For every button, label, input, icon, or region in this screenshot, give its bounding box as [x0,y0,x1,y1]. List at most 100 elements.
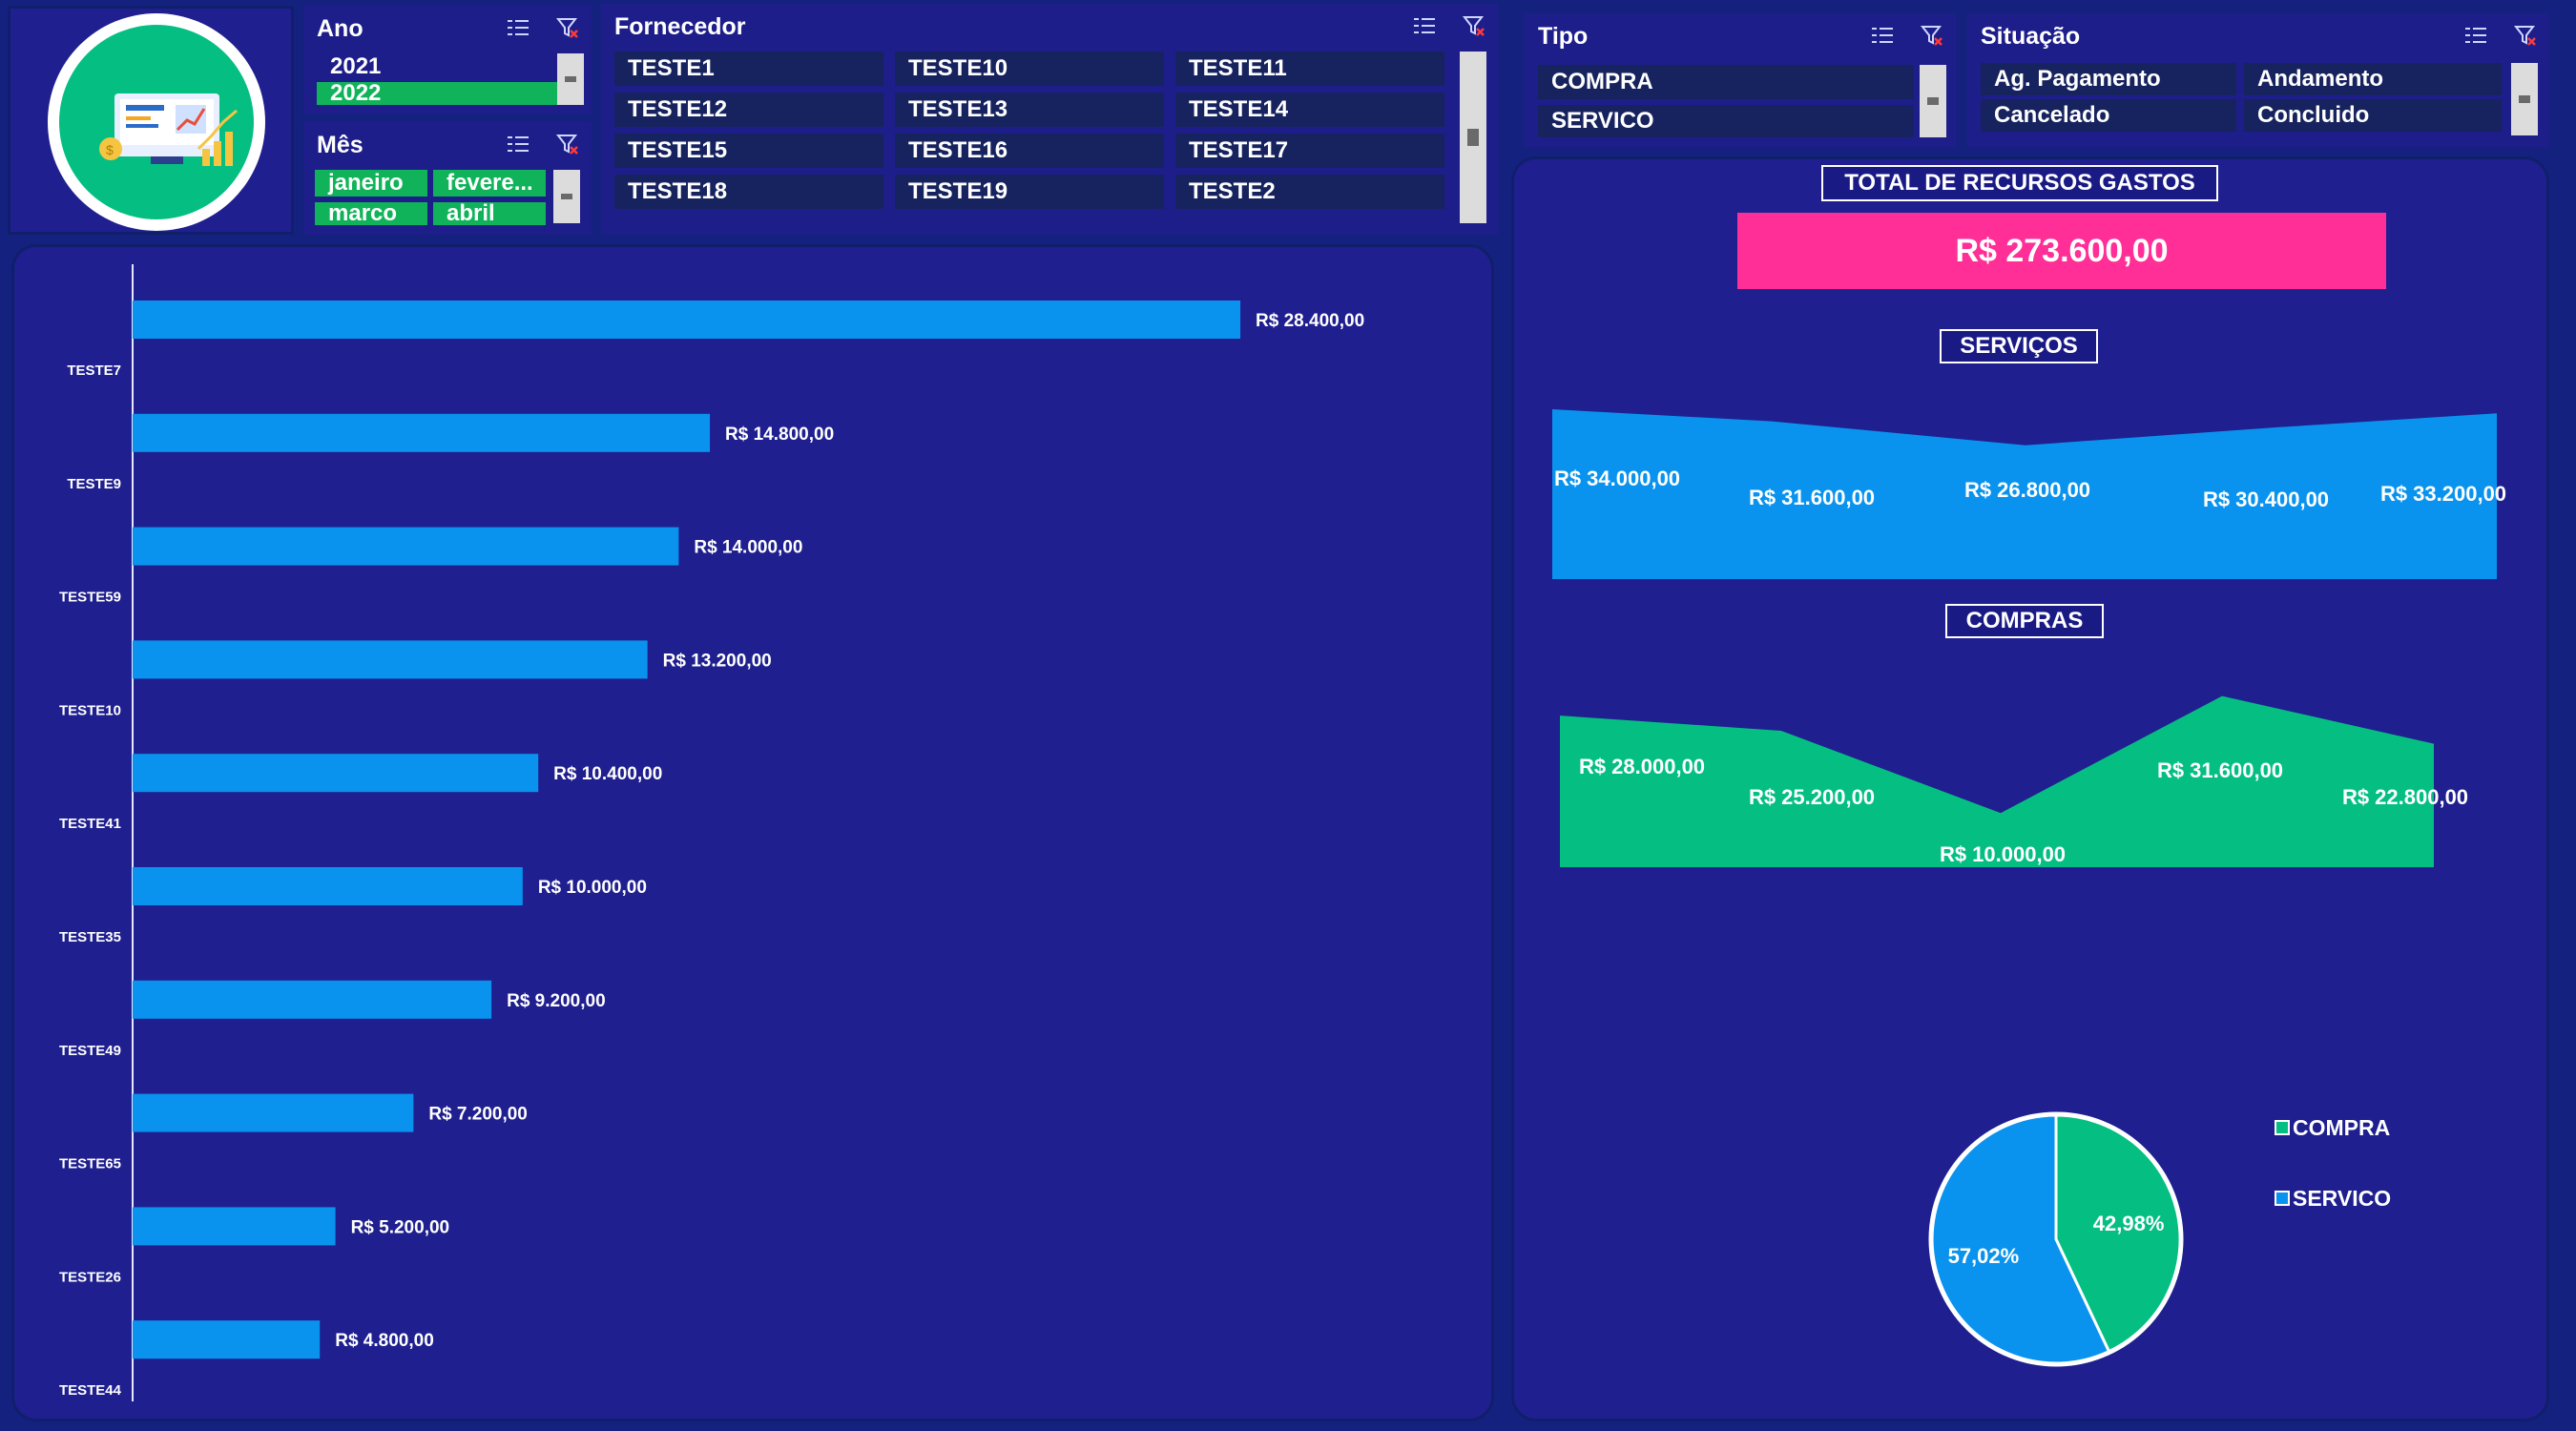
mes-slicer: Mês janeiro fevere... marco abril [303,122,592,235]
supplier-bar-chart-panel: R$ 28.400,00 TESTE7 R$ 14.800,00 TESTE9 R$ 1… [11,244,1494,1421]
area-data-label: R$ 22.800,00 [2342,785,2468,809]
bar[interactable] [133,1320,321,1359]
bar-data-label: R$ 5.200,00 [351,1217,450,1237]
bar-category-label: TESTE59 [59,590,121,606]
fornecedor-scrollbar[interactable] [1460,52,1486,223]
bar[interactable] [133,1207,336,1246]
bar[interactable] [133,1093,414,1132]
ano-item-2022[interactable]: 2022 [317,80,559,106]
mes-item-janeiro[interactable]: janeiro [315,170,427,197]
area-data-label: R$ 31.600,00 [1749,486,1875,509]
tipo-item-servico[interactable]: SERVICO [1538,105,1914,137]
mes-slicer-title: Mês [317,132,364,158]
bar[interactable] [133,301,1241,339]
situacao-item-andamento[interactable]: Andamento [2244,63,2502,95]
bar-data-label: R$ 14.800,00 [725,425,834,445]
clear-filter-icon[interactable] [555,15,580,40]
fornecedor-item[interactable]: TESTE1 [614,52,883,86]
area-data-label: R$ 25.200,00 [1749,785,1875,809]
area-data-label: R$ 30.400,00 [2203,487,2329,511]
bar[interactable] [133,980,492,1019]
bar-data-label: R$ 4.800,00 [335,1331,434,1351]
finance-dashboard-logo: $ [48,13,265,231]
multi-select-icon[interactable] [1412,13,1437,38]
bar-data-label: R$ 10.400,00 [553,764,662,784]
fornecedor-slicer: Fornecedor TESTE1 TESTE10 TESTE11 TESTE12 TE… [601,4,1498,235]
clear-filter-icon[interactable] [1462,13,1486,38]
bar[interactable] [133,527,679,566]
bar-data-label: R$ 13.200,00 [663,651,772,671]
supplier-bar-chart: R$ 28.400,00 TESTE7 R$ 14.800,00 TESTE9 R$ 1… [59,264,1364,1401]
clear-filter-icon[interactable] [2513,23,2538,48]
mes-item-marco[interactable]: marco [315,200,427,226]
bar-data-label: R$ 7.200,00 [428,1105,528,1125]
summary-panel: TOTAL DE RECURSOS GASTOS R$ 273.600,00 S… [1511,156,2549,1421]
fornecedor-item[interactable]: TESTE13 [895,93,1164,127]
bar-category-label: TESTE41 [59,816,121,832]
situacao-slicer: Situação Ag. Pagamento Andamento Cancela… [1967,13,2549,147]
fornecedor-item[interactable]: TESTE18 [614,175,883,209]
bar-data-label: R$ 28.400,00 [1256,311,1364,331]
mes-item-fevereiro[interactable]: fevere... [433,170,546,197]
multi-select-icon[interactable] [506,132,530,156]
bar[interactable] [133,640,648,679]
bar-data-label: R$ 14.000,00 [694,538,802,558]
bar[interactable] [133,867,523,905]
fornecedor-item[interactable]: TESTE14 [1175,93,1444,127]
tipo-slicer: Tipo COMPRA SERVICO [1525,13,1956,147]
bar-category-label: TESTE10 [59,702,121,718]
svg-text:$: $ [106,142,114,157]
fornecedor-item[interactable]: TESTE12 [614,93,883,127]
fornecedor-slicer-title: Fornecedor [614,13,746,40]
bar[interactable] [133,754,539,793]
area-data-label: R$ 34.000,00 [1554,467,1680,490]
tipo-scrollbar[interactable] [1920,65,1946,137]
situacao-item-concluido[interactable]: Concluido [2244,99,2502,132]
fornecedor-item[interactable]: TESTE11 [1175,52,1444,86]
mes-scrollbar[interactable] [553,170,580,223]
fornecedor-item[interactable]: TESTE17 [1175,134,1444,168]
bar-category-label: TESTE44 [59,1382,122,1399]
pie-data-label: 42,98% [2093,1212,2165,1235]
bar[interactable] [133,413,711,452]
fornecedor-item[interactable]: TESTE16 [895,134,1164,168]
ano-slicer-title: Ano [317,15,364,42]
bar-data-label: R$ 9.200,00 [507,991,606,1011]
tipo-item-compra[interactable]: COMPRA [1538,65,1914,99]
bar-category-label: TESTE7 [67,363,121,379]
situacao-item-cancelado[interactable]: Cancelado [1981,99,2236,132]
clear-filter-icon[interactable] [555,132,580,156]
legend-label[interactable]: COMPRA [2293,1115,2390,1140]
multi-select-icon[interactable] [506,15,530,40]
bar-category-label: TESTE35 [59,929,121,945]
logo-panel: $ [8,6,294,235]
bar-data-label: R$ 10.000,00 [538,878,647,898]
legend-label[interactable]: SERVICO [2293,1186,2391,1211]
summary-charts: R$ 34.000,00 R$ 31.600,00 R$ 26.800,00 R$ 3… [1552,409,2506,1367]
situacao-slicer-title: Situação [1981,23,2081,50]
ano-item-2021[interactable]: 2021 [317,53,559,80]
legend-swatch [2275,1191,2290,1206]
fornecedor-item[interactable]: TESTE10 [895,52,1164,86]
legend-swatch [2275,1120,2290,1135]
area-data-label: R$ 28.000,00 [1579,755,1705,778]
bar-category-label: TESTE49 [59,1043,121,1059]
ano-slicer: Ano 2021 2022 [303,6,592,114]
area-data-label: R$ 10.000,00 [1940,842,2066,866]
bar-category-label: TESTE9 [67,476,121,492]
area-data-label: R$ 31.600,00 [2157,758,2283,782]
bar-category-label: TESTE26 [59,1269,121,1285]
situacao-scrollbar[interactable] [2511,63,2538,135]
situacao-item-ag-pagamento[interactable]: Ag. Pagamento [1981,63,2236,95]
fornecedor-item[interactable]: TESTE15 [614,134,883,168]
clear-filter-icon[interactable] [1920,23,1944,48]
fornecedor-item[interactable]: TESTE2 [1175,175,1444,209]
area-data-label: R$ 26.800,00 [1964,478,2090,502]
multi-select-icon[interactable] [2463,23,2488,48]
fornecedor-item[interactable]: TESTE19 [895,175,1164,209]
tipo-slicer-title: Tipo [1538,23,1589,50]
ano-scrollbar[interactable] [557,53,584,105]
area-data-label: R$ 33.200,00 [2380,482,2506,506]
mes-item-abril[interactable]: abril [433,200,546,226]
multi-select-icon[interactable] [1870,23,1895,48]
